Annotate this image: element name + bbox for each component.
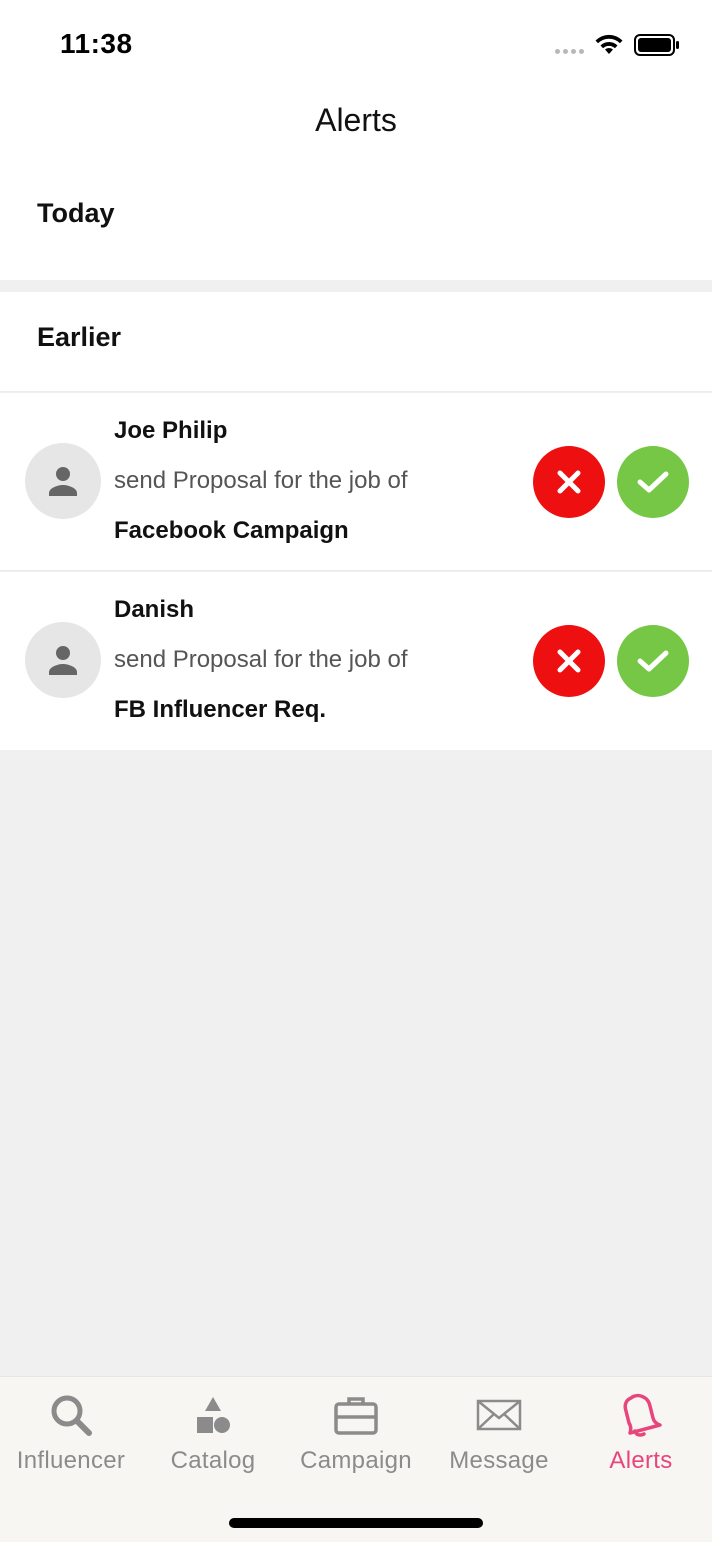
tab-message[interactable]: Message: [428, 1377, 570, 1487]
bell-icon: [623, 1393, 662, 1437]
status-bar: 11:38: [0, 0, 712, 88]
home-indicator: [229, 1518, 483, 1528]
check-icon: [637, 471, 669, 493]
tab-alerts[interactable]: Alerts: [570, 1377, 712, 1487]
tab-label: Catalog: [170, 1447, 256, 1474]
reject-button[interactable]: [533, 446, 605, 518]
alert-sender-name: Joe Philip: [114, 417, 228, 444]
wifi-icon: [595, 34, 623, 54]
search-icon: [51, 1395, 92, 1436]
tab-influencer[interactable]: Influencer: [0, 1377, 142, 1487]
tab-label: Campaign: [300, 1447, 412, 1474]
section-label-earlier: Earlier: [37, 322, 122, 352]
person-icon: [49, 467, 77, 496]
shapes-icon: [197, 1397, 230, 1433]
accept-button[interactable]: [617, 446, 689, 518]
alert-description: send Proposal for the job of: [114, 467, 408, 494]
briefcase-icon: [334, 1397, 378, 1435]
signal-icon: [555, 48, 584, 54]
battery-icon: [634, 34, 679, 56]
reject-button[interactable]: [533, 625, 605, 697]
alert-sender-name: Danish: [114, 596, 195, 623]
avatar: [25, 622, 101, 698]
section-label-today: Today: [37, 198, 115, 228]
close-icon: [557, 649, 581, 673]
alert-item: Danish send Proposal for the job of FB I…: [0, 572, 712, 750]
status-time: 11:38: [60, 28, 133, 59]
tab-label: Influencer: [16, 1447, 126, 1474]
page-title: Alerts: [315, 102, 397, 138]
tab-label: Message: [449, 1447, 549, 1474]
avatar: [25, 443, 101, 519]
tab-label: Alerts: [609, 1447, 673, 1474]
section-today: Today: [0, 168, 712, 280]
alert-job-title: Facebook Campaign: [114, 517, 349, 544]
tab-catalog[interactable]: Catalog: [142, 1377, 284, 1487]
alert-description: send Proposal for the job of: [114, 646, 408, 673]
tab-campaign[interactable]: Campaign: [284, 1377, 428, 1487]
alert-item: Joe Philip send Proposal for the job of …: [0, 393, 712, 571]
close-icon: [557, 470, 581, 494]
envelope-icon: [476, 1399, 522, 1431]
accept-button[interactable]: [617, 625, 689, 697]
section-earlier: Earlier: [0, 292, 712, 392]
alert-job-title: FB Influencer Req.: [114, 696, 327, 723]
status-icons: [555, 32, 680, 58]
nav-header: Alerts: [0, 88, 712, 168]
person-icon: [49, 646, 77, 675]
check-icon: [637, 650, 669, 672]
